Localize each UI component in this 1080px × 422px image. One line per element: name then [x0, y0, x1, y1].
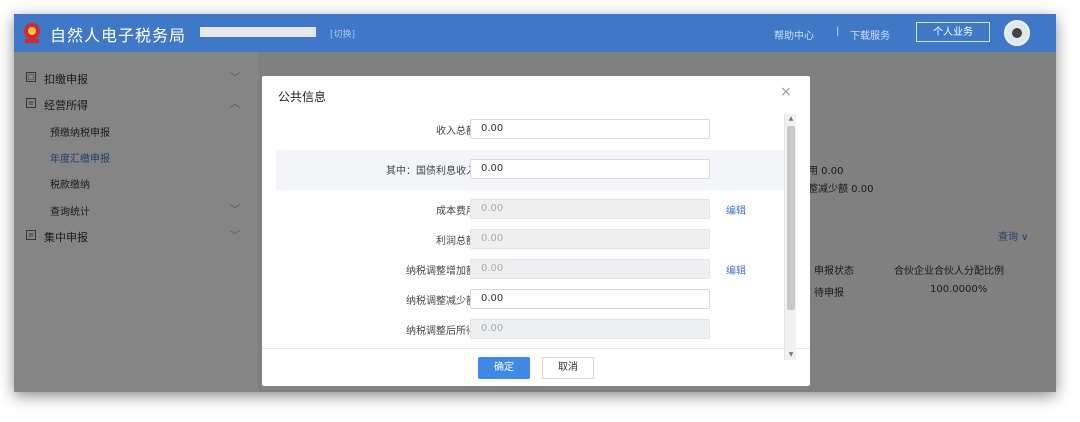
scroll-up-icon[interactable]: ▲ [785, 114, 797, 124]
edit-increase-link[interactable]: 编辑 [726, 262, 746, 277]
bond-interest-input[interactable]: 0.00 [470, 159, 710, 179]
app-title: 自然人电子税务局 [50, 26, 187, 45]
top-bar: 自然人电子税务局 [切换] 帮助中心 | 下载服务 个人业务 [14, 14, 1056, 52]
scroll-thumb[interactable] [787, 126, 795, 310]
confirm-button[interactable]: 确定 [478, 357, 530, 379]
app-window: 自然人电子税务局 [切换] 帮助中心 | 下载服务 个人业务 □ 扣缴申报 ﹀ … [14, 14, 1056, 392]
adjusted-income-input: 0.00 [470, 319, 710, 339]
tax-increase-input: 0.00 [470, 259, 710, 279]
form-row: 其中：国债利息收入 0.00 [276, 150, 784, 190]
avatar-face-icon [1012, 28, 1022, 38]
dialog-footer: 确定 取消 [262, 348, 810, 386]
download-service-link[interactable]: 下载服务 [850, 27, 890, 42]
dialog-scrollbar[interactable]: ▲ ▼ [784, 114, 796, 360]
avatar[interactable] [1004, 20, 1030, 46]
form-row: 纳税调整后所得 0.00 [276, 310, 784, 348]
cancel-button[interactable]: 取消 [542, 357, 594, 379]
field-label: 纳税调整增加额 [406, 266, 476, 277]
cost-expense-input: 0.00 [470, 199, 710, 219]
help-center-link[interactable]: 帮助中心 [774, 27, 814, 42]
tax-decrease-input[interactable]: 0.00 [470, 289, 710, 309]
edit-cost-link[interactable]: 编辑 [726, 202, 746, 217]
scroll-down-icon[interactable]: ▼ [785, 350, 797, 360]
total-profit-input: 0.00 [470, 229, 710, 249]
public-info-dialog: 公共信息 × 收入总额 0.00 其中：国债利息收入 0.00 成本费用 0.0… [262, 76, 810, 386]
close-icon[interactable]: × [780, 84, 792, 100]
personal-business-button[interactable]: 个人业务 [916, 22, 990, 42]
user-name-redacted [200, 27, 316, 37]
field-label: 其中：国债利息收入 [386, 166, 476, 177]
field-label: 纳税调整后所得 [406, 326, 476, 337]
national-emblem-icon [24, 23, 40, 43]
field-label: 纳税调整减少额 [406, 296, 476, 307]
header-separator: | [836, 26, 840, 37]
form-row: 收入总额 0.00 [276, 110, 784, 150]
dialog-body: 收入总额 0.00 其中：国债利息收入 0.00 成本费用 0.00 编辑 利润… [262, 110, 796, 348]
dialog-title: 公共信息 [278, 90, 327, 104]
switch-link[interactable]: [切换] [330, 27, 355, 40]
total-income-input[interactable]: 0.00 [470, 119, 710, 139]
